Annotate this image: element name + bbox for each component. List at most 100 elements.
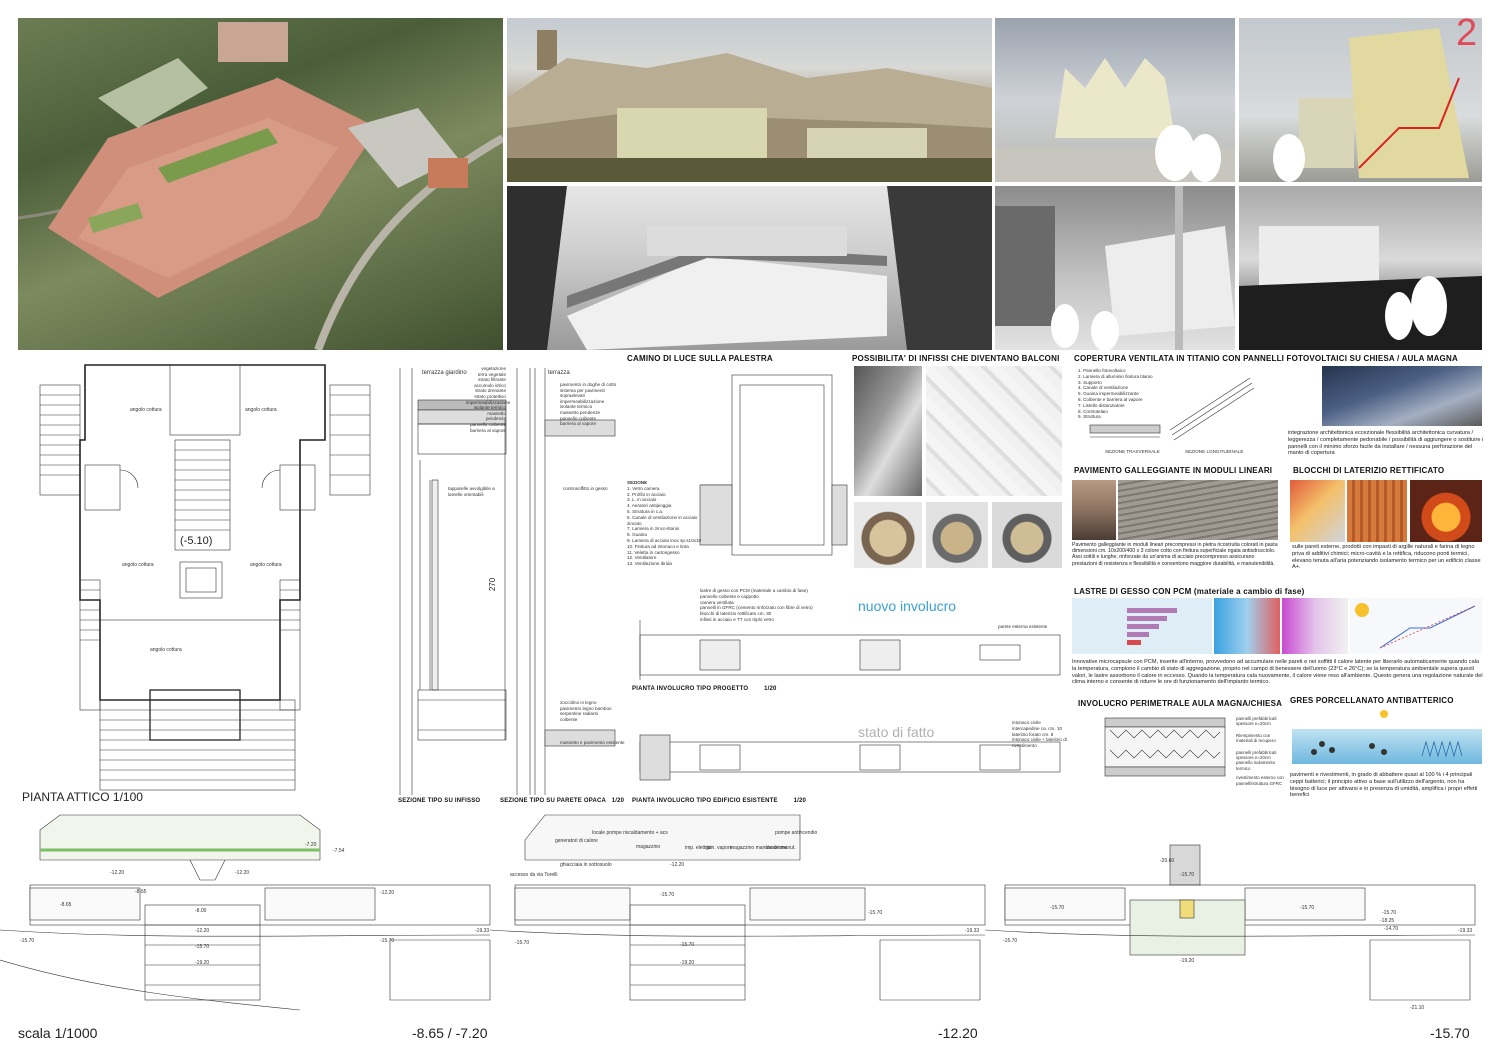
brick-block-photo-1 — [1290, 480, 1345, 542]
infisso-label: terrazza giardino — [422, 370, 467, 376]
pcm-temperature-drawing — [1355, 603, 1476, 649]
room-label: magazzino — [636, 844, 661, 850]
sezione-longitudinale: SEZIONE LONGITUDINALE — [1185, 449, 1244, 454]
level-label: -12.20 — [235, 870, 250, 876]
room-label: angolo cottura — [150, 647, 182, 653]
sezione-trasversale: SEZIONE TRASVERSALE — [1105, 449, 1160, 454]
pcm-chart-panel — [1072, 598, 1212, 654]
balcony-sequence-photo-3 — [992, 502, 1062, 568]
level-label: -15.70 — [1382, 910, 1397, 916]
level-label: -15.70 — [1180, 872, 1195, 878]
level-label: -12.20 — [670, 862, 685, 868]
camino-legend: SEZIONE 1. Vetro camera 2. Profilo in ac… — [627, 480, 702, 567]
pcm-temperature-diagram — [1350, 598, 1482, 654]
copertura-legend: 1. Pannello fotovoltaico 2. Lamiera di a… — [1078, 368, 1153, 420]
blocchi-title: BLOCCHI DI LATERIZIO RETTIFICATO — [1293, 466, 1445, 475]
level-label: -15.70 — [660, 892, 675, 898]
room-label: angolo cottura — [130, 407, 162, 413]
brick-block-photo-3 — [1410, 480, 1482, 542]
bottom-scale: scala 1/1000 — [18, 1025, 98, 1041]
level-label: -19.20 — [195, 960, 210, 966]
level-label: -19.33 — [965, 928, 980, 934]
level-label: -12.20 — [195, 928, 210, 934]
pavimento-text: Pavimento galleggiante in moduli lineari… — [1072, 542, 1278, 567]
level-label: -20.60 — [1160, 858, 1175, 864]
room-label: accesso da via Torelli — [510, 872, 558, 878]
floorplan-level: (-5.10) — [180, 535, 213, 547]
courtyard-render-drawing — [995, 186, 1235, 350]
red-stair-render — [1239, 18, 1482, 182]
red-stair-render-drawing — [1273, 28, 1469, 182]
pcm-thermal-illustration-1 — [1214, 598, 1280, 654]
aerial-photo — [18, 18, 503, 350]
level-label: -19.20 — [1180, 958, 1195, 964]
garden-render-drawing — [1239, 226, 1482, 350]
level-label: -14.70 — [1384, 926, 1399, 932]
level-label: -15.70 — [868, 910, 883, 916]
room-label: angolo cottura — [122, 562, 154, 568]
aula-title: INVOLUCRO PERIMETRALE AULA MAGNA/CHIESA — [1078, 699, 1283, 708]
gres-title: GRES PORCELLANATO ANTIBATTERICO — [1290, 696, 1454, 705]
involucro-existing-wall: parete esterna esistente — [998, 624, 1048, 629]
courtyard-render — [995, 186, 1235, 350]
involucro-esistente-title: PIANTA INVOLUCRO TIPO EDIFICIO ESISTENTE… — [632, 798, 807, 804]
parete-floor-layers: zoccolino in legno pavimento legno bambo… — [560, 700, 612, 722]
terraced-building-render — [507, 186, 992, 350]
stato-layers: intonaco civile intercapedine ca. cm. 10… — [1012, 720, 1067, 749]
floor-module-photo-1 — [1072, 480, 1116, 540]
pcm-bar-chart-drawing — [1127, 608, 1177, 645]
level-label: -8.00 — [195, 908, 207, 914]
parete-label: terrazza — [548, 370, 570, 376]
room-label: ghiacciaia in sottosuolo — [560, 862, 612, 868]
terraced-building-drawing — [507, 186, 992, 350]
lastre-title: LASTRE DI GESSO CON PCM (materiale a cam… — [1074, 587, 1305, 596]
lastre-text: Innovative microcapsule con PCM, inserit… — [1072, 659, 1483, 686]
level-label: -18.25 — [1380, 918, 1395, 924]
camino-title: CAMINO DI LUCE SULLA PALESTRA — [627, 354, 773, 363]
aula-labels: pannelli prefabbricati spessore e=20cm R… — [1236, 716, 1284, 786]
room-label: locale pompe riscaldamento + acs — [592, 830, 668, 836]
aerial-photo-drawing — [18, 22, 503, 350]
level-label: -15.70 — [380, 938, 395, 944]
city-panorama-photo — [507, 18, 992, 182]
parete-height: 270 — [488, 577, 498, 592]
floorplan-title: PIANTA ATTICO 1/100 — [22, 790, 143, 804]
room-label: angolo cottura — [245, 407, 277, 413]
gres-tile-illustration — [1292, 706, 1482, 764]
level-label: -12.20 — [110, 870, 125, 876]
titanium-roof-photo — [1322, 366, 1482, 426]
room-label: generatori di calore — [555, 838, 598, 844]
bottom-plan-3-label: -15.70 — [1430, 1025, 1470, 1041]
bottom-plan-2-label: -12.20 — [938, 1025, 978, 1041]
level-label: -21.10 — [1410, 1005, 1425, 1011]
level-label: -15.70 — [515, 940, 530, 946]
infisso-layers: vegetazione terra vegetale strato filtra… — [466, 366, 511, 433]
level-label: -7.20 — [305, 842, 317, 848]
garden-render — [1239, 186, 1482, 350]
parete-ceiling-label: controsoffitto in gesso — [563, 486, 608, 491]
level-label: -15.70 — [20, 938, 35, 944]
infisso-shutter-label: tapparelle avvolgibile a lamelle orienta… — [448, 486, 495, 497]
level-label: -8.65 — [60, 902, 72, 908]
level-label: -19.33 — [1458, 928, 1473, 934]
sheet-number: 2 — [1456, 12, 1478, 54]
level-label: -15.70 — [680, 942, 695, 948]
balcony-sequence-photo-1 — [854, 502, 922, 568]
level-label: -15.70 — [195, 944, 210, 950]
level-label: -15.70 — [1003, 938, 1018, 944]
church-render-drawing — [995, 58, 1235, 182]
level-label: -19.20 — [680, 960, 695, 966]
balcony-sequence-photo-2 — [926, 502, 988, 568]
copertura-text: integrazione architettonica eccezionale … — [1288, 430, 1484, 457]
room-label: locale manut. — [766, 845, 796, 851]
room-label: angolo cottura — [250, 562, 282, 568]
level-label: -15.70 — [1050, 905, 1065, 911]
floor-module-photo-2 — [1118, 480, 1278, 540]
stato-di-fatto-label: stato di fatto — [858, 724, 935, 740]
pavimento-title: PAVIMENTO GALLEGGIANTE IN MODULI LINEARI — [1074, 466, 1273, 475]
gres-text: pavimenti e rivestimenti, in grado di ab… — [1290, 772, 1478, 799]
level-label: -12.20 — [380, 890, 395, 896]
level-label: -7.54 — [333, 848, 345, 854]
involucro-progetto-title: PIANTA INVOLUCRO TIPO PROGETTO 1/20 — [632, 686, 777, 692]
room-label: pompe antincendio — [775, 830, 818, 836]
